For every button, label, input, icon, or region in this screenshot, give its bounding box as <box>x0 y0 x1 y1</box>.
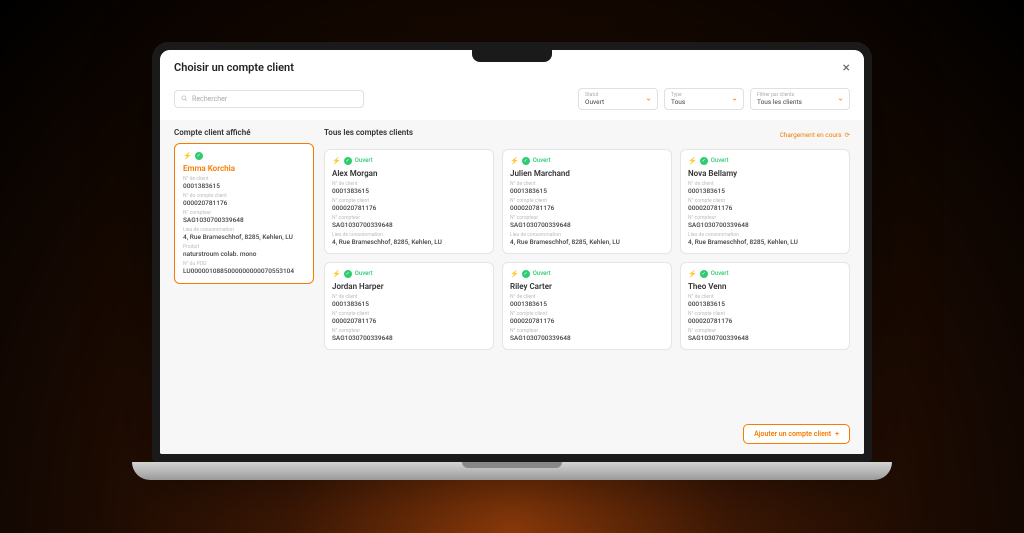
account-card[interactable]: ⚡✓OuvertJordan HarperN° de client0001383… <box>324 262 494 350</box>
account-name: Riley Carter <box>510 282 664 291</box>
account-card[interactable]: ⚡✓OuvertJulien MarchandN° de client00013… <box>502 149 672 254</box>
account-card[interactable]: ⚡✓OuvertTheo VennN° de client0001383615N… <box>680 262 850 350</box>
filter-type[interactable]: Type Tous <box>664 88 744 110</box>
filter-status[interactable]: Statut Ouvert <box>578 88 658 110</box>
bolt-icon: ⚡ <box>183 152 192 160</box>
filter-clients[interactable]: Filtrer par clients Tous les clients <box>750 88 850 110</box>
selected-name: Emma Korchia <box>183 164 305 173</box>
loading-indicator: Chargement en cours ⟳ <box>780 131 850 139</box>
account-name: Theo Venn <box>688 282 842 291</box>
spinner-icon: ⟳ <box>845 131 850 139</box>
bolt-icon: ⚡ <box>688 157 697 165</box>
search-input[interactable]: Rechercher <box>174 90 364 108</box>
account-name: Julien Marchand <box>510 169 664 178</box>
status-text: Ouvert <box>533 157 551 164</box>
status-text: Ouvert <box>355 270 373 277</box>
search-placeholder: Rechercher <box>192 95 227 103</box>
account-card[interactable]: ⚡✓OuvertNova BellamyN° de client00013836… <box>680 149 850 254</box>
check-icon: ✓ <box>195 152 203 160</box>
bolt-icon: ⚡ <box>688 270 697 278</box>
search-icon <box>181 95 188 102</box>
selected-account-card[interactable]: ⚡ ✓ Emma Korchia N° de client 0001383615… <box>174 143 314 284</box>
check-icon: ✓ <box>522 270 530 278</box>
check-icon: ✓ <box>522 157 530 165</box>
account-card[interactable]: ⚡✓OuvertRiley CarterN° de client00013836… <box>502 262 672 350</box>
filter-bar: Rechercher Statut Ouvert Type Tous Filtr… <box>160 84 864 120</box>
status-text: Ouvert <box>711 270 729 277</box>
all-section-title: Tous les comptes clients <box>324 128 413 137</box>
plus-icon: + <box>835 430 839 438</box>
status-text: Ouvert <box>711 157 729 164</box>
modal-title: Choisir un compte client <box>174 61 294 74</box>
bolt-icon: ⚡ <box>332 157 341 165</box>
account-card[interactable]: ⚡✓OuvertAlex MorganN° de client000138361… <box>324 149 494 254</box>
bolt-icon: ⚡ <box>510 270 519 278</box>
close-icon[interactable]: × <box>843 60 850 76</box>
account-name: Jordan Harper <box>332 282 486 291</box>
bolt-icon: ⚡ <box>510 157 519 165</box>
add-account-button[interactable]: Ajouter un compte client + <box>743 424 850 444</box>
account-name: Alex Morgan <box>332 169 486 178</box>
status-text: Ouvert <box>533 270 551 277</box>
check-icon: ✓ <box>700 157 708 165</box>
check-icon: ✓ <box>344 270 352 278</box>
displayed-section-title: Compte client affiché <box>174 128 314 137</box>
account-name: Nova Bellamy <box>688 169 842 178</box>
check-icon: ✓ <box>700 270 708 278</box>
status-text: Ouvert <box>355 157 373 164</box>
bolt-icon: ⚡ <box>332 270 341 278</box>
check-icon: ✓ <box>344 157 352 165</box>
